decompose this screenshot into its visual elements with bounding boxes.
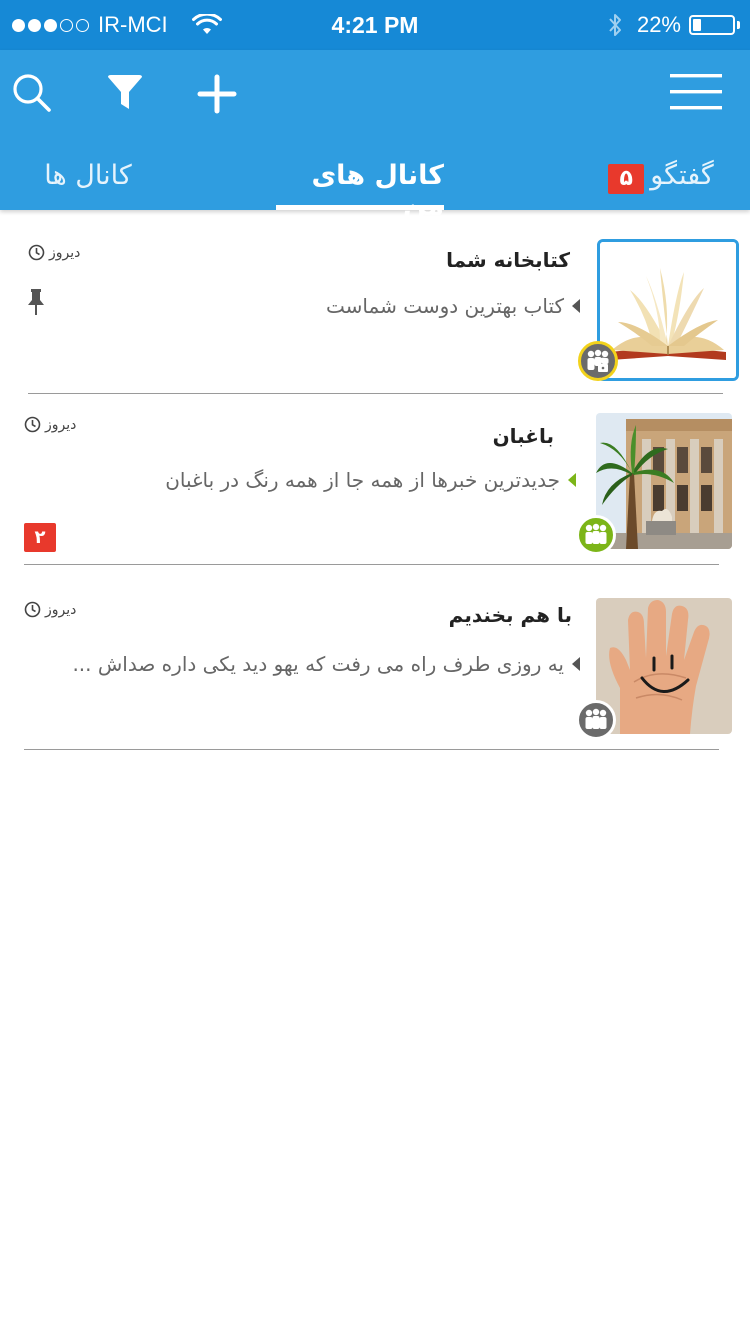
channel-preview-text: یه روزی طرف راه می رفت که یهو دید یکی دا… xyxy=(72,652,564,676)
channel-preview-text: جدیدترین خبرها از همه جا از همه رنگ در ب… xyxy=(165,468,560,492)
private-group-icon xyxy=(587,349,609,372)
channel-time: دیروز xyxy=(24,601,76,618)
tab-channels[interactable]: کانال ها xyxy=(18,148,158,210)
battery-tip xyxy=(737,21,740,29)
channel-time: دیروز xyxy=(24,416,76,433)
menu-button[interactable] xyxy=(668,70,724,114)
group-badge xyxy=(576,515,616,555)
channel-preview: یه روزی طرف راه می رفت که یهو دید یکی دا… xyxy=(72,652,580,676)
search-icon xyxy=(13,74,51,112)
battery-level xyxy=(693,19,701,31)
message-arrow-icon xyxy=(572,657,580,671)
filter-icon xyxy=(108,75,142,109)
open-book-image xyxy=(600,242,736,378)
app-header: کانال ها کانال های من گفتگو ۵ xyxy=(0,50,750,222)
channel-time-text: دیروز xyxy=(45,416,77,433)
battery-percent: 22% xyxy=(636,12,681,37)
battery-icon xyxy=(689,15,735,35)
channel-preview-text: کتاب بهترین دوست شماست xyxy=(326,294,564,318)
row-divider xyxy=(24,564,719,565)
message-arrow-icon xyxy=(572,299,580,313)
tab-channels-label: کانال ها xyxy=(44,160,132,191)
menu-icon xyxy=(670,74,722,110)
channel-row[interactable]: کتابخانه شما کتاب بهترین دوست شماست دیرو… xyxy=(0,236,750,394)
tab-chat[interactable]: گفتگو ۵ xyxy=(596,148,726,210)
clock-icon xyxy=(24,601,41,618)
channel-time-text: دیروز xyxy=(49,244,81,261)
clock-icon xyxy=(28,244,45,261)
channel-row[interactable]: باغبان جدیدترین خبرها از همه جا از همه ر… xyxy=(0,410,750,565)
channel-time: دیروز xyxy=(28,244,80,261)
channel-preview: کتاب بهترین دوست شماست xyxy=(326,294,580,318)
tab-my-channels-label: کانال های من xyxy=(311,160,444,222)
bluetooth-icon xyxy=(609,14,621,36)
add-icon xyxy=(197,74,237,114)
channel-title: کتابخانه شما xyxy=(446,248,570,272)
pin-icon xyxy=(28,289,44,315)
group-icon xyxy=(585,708,607,729)
add-button[interactable] xyxy=(195,72,239,116)
tab-chat-label: گفتگو xyxy=(650,160,714,191)
building-with-palm-image xyxy=(596,413,732,549)
message-arrow-icon xyxy=(568,473,576,487)
status-bar: IR-MCI 4:21 PM 22% xyxy=(0,0,750,50)
status-right: 22% xyxy=(607,0,740,50)
private-group-badge xyxy=(578,341,618,381)
channel-thumbnail xyxy=(596,598,732,734)
unread-count-badge: ۲ xyxy=(24,523,56,552)
row-divider xyxy=(28,393,723,394)
channel-thumbnail xyxy=(597,239,739,381)
channel-thumbnail xyxy=(596,413,732,549)
channel-row[interactable]: با هم بخندیم یه روزی طرف راه می رفت که ی… xyxy=(0,595,750,751)
tab-my-channels[interactable]: کانال های من xyxy=(276,148,444,222)
channel-preview: جدیدترین خبرها از همه جا از همه رنگ در ب… xyxy=(165,468,576,492)
group-icon xyxy=(585,523,607,544)
channel-time-text: دیروز xyxy=(45,601,77,618)
chat-unread-badge: ۵ xyxy=(608,164,645,194)
group-badge xyxy=(576,700,616,740)
smiley-hand-image xyxy=(596,598,732,734)
active-tab-indicator xyxy=(276,205,444,210)
filter-button[interactable] xyxy=(104,72,146,114)
channel-title: با هم بخندیم xyxy=(448,603,572,627)
clock-icon xyxy=(24,416,41,433)
search-button[interactable] xyxy=(10,70,54,116)
row-divider xyxy=(24,749,719,750)
channel-title: باغبان xyxy=(492,424,554,448)
